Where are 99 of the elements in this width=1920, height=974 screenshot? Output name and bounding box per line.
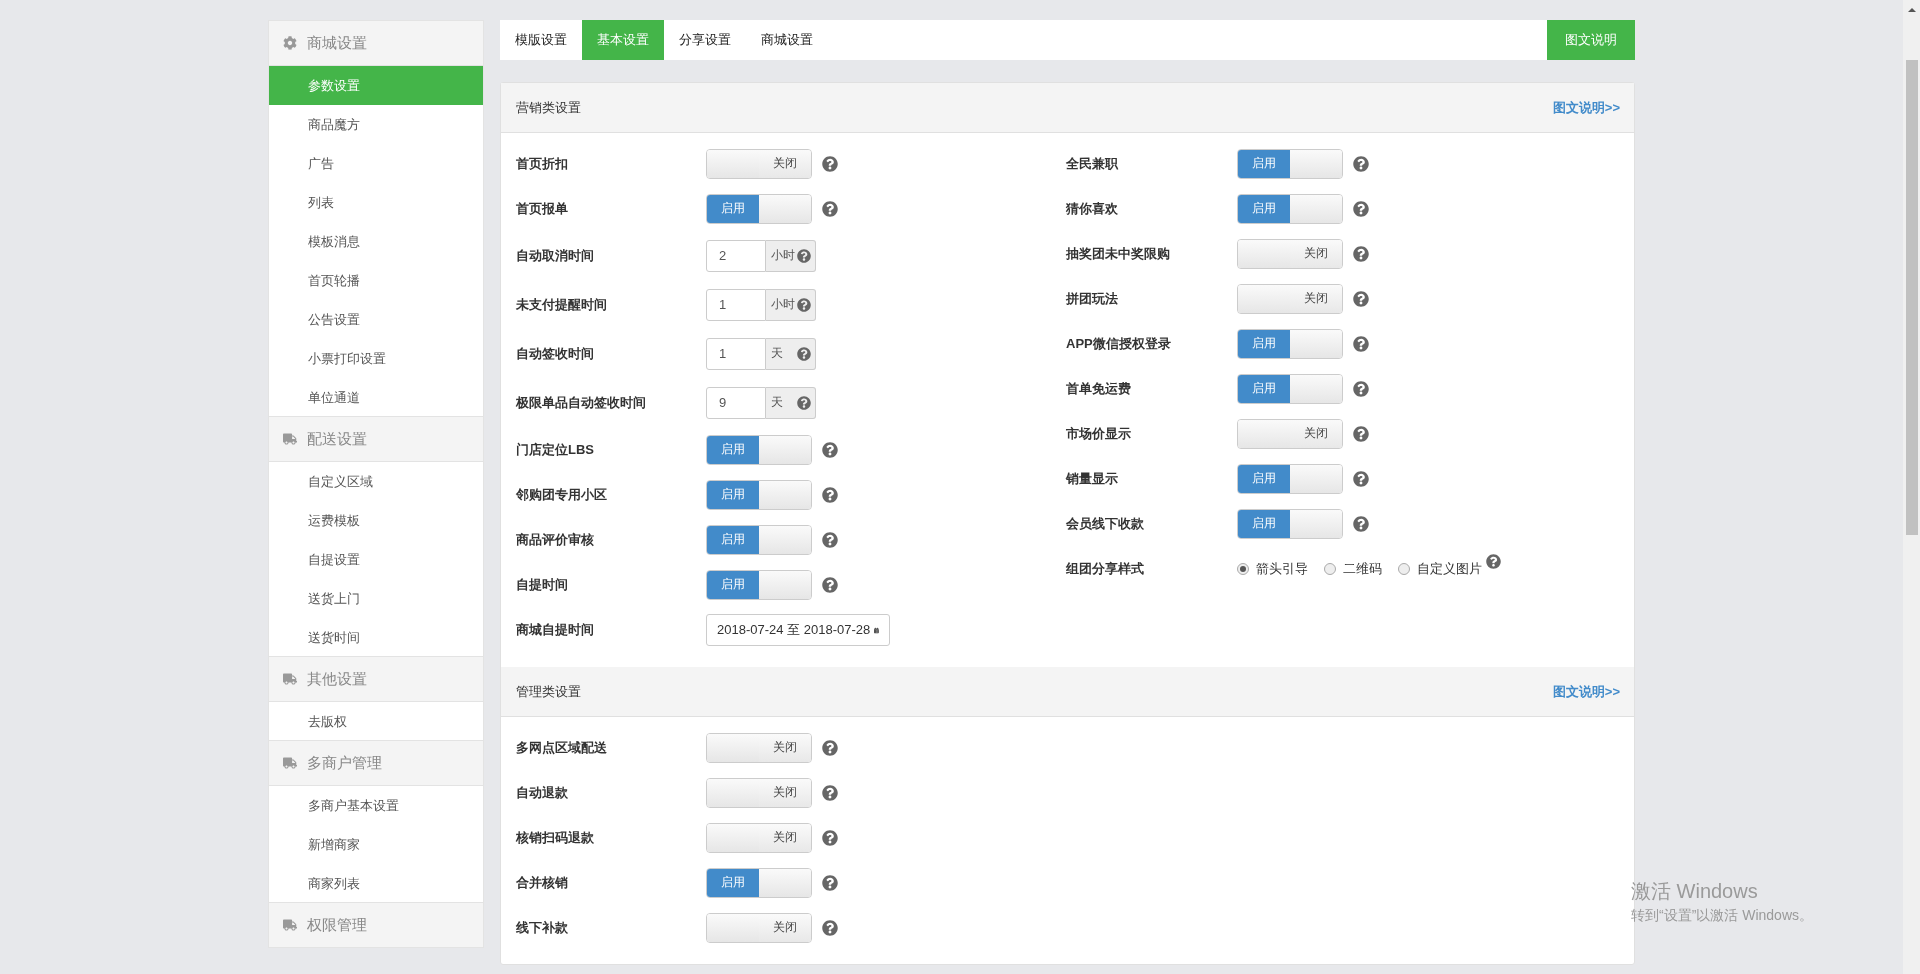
help-icon[interactable] — [1353, 380, 1369, 397]
toggle-switch[interactable]: 关闭 — [706, 912, 812, 943]
scrollbar[interactable] — [1903, 0, 1920, 974]
field-label: 自动取消时间 — [516, 246, 595, 265]
help-icon[interactable] — [822, 441, 838, 458]
help-icon[interactable] — [797, 248, 811, 263]
field-label: 会员线下收款 — [1066, 514, 1145, 533]
toggle-switch[interactable]: 启用 — [1237, 463, 1343, 494]
field-label: 线下补款 — [516, 918, 569, 937]
help-icon[interactable] — [797, 395, 811, 410]
field-label: 首页报单 — [516, 199, 569, 218]
truck-icon — [283, 756, 297, 770]
truck-icon — [283, 432, 297, 446]
field-label: 多网点区域配送 — [516, 738, 608, 757]
field-label: 自动签收时间 — [516, 344, 595, 363]
help-icon[interactable] — [1353, 335, 1369, 352]
help-icon[interactable] — [822, 486, 838, 503]
field-label: 全民兼职 — [1066, 154, 1119, 173]
activation-subtitle: 转到“设置”以激活 Windows。 — [1631, 907, 1813, 925]
help-icon[interactable] — [1486, 554, 1501, 569]
gear-icon — [283, 36, 297, 50]
help-icon[interactable] — [822, 531, 838, 548]
help-icon[interactable] — [822, 874, 838, 891]
toggle-switch[interactable]: 启用 — [706, 524, 812, 555]
field-label: APP微信授权登录 — [1066, 334, 1172, 353]
toggle-switch[interactable]: 关闭 — [706, 148, 812, 179]
field-label: 销量显示 — [1066, 469, 1119, 488]
radio-option[interactable]: 箭头引导 — [1237, 559, 1308, 578]
toggle-switch[interactable]: 关闭 — [706, 777, 812, 808]
field-label: 门店定位LBS — [516, 440, 595, 459]
toggle-switch[interactable]: 启用 — [1237, 148, 1343, 179]
field-label: 商城自提时间 — [516, 621, 595, 639]
radio-button[interactable] — [1324, 562, 1336, 575]
field-label: 首页折扣 — [516, 154, 569, 173]
field-label: 自动退款 — [516, 783, 569, 802]
toggle-switch[interactable]: 启用 — [706, 434, 812, 465]
truck-icon — [283, 672, 297, 686]
field-label: 猜你喜欢 — [1066, 199, 1119, 218]
field-label: 自提时间 — [516, 575, 569, 594]
unit-addon: 小时 — [766, 239, 816, 272]
toggle-switch[interactable]: 启用 — [1237, 193, 1343, 224]
toggle-switch[interactable]: 启用 — [706, 867, 812, 898]
toggle-switch[interactable]: 关闭 — [706, 732, 812, 763]
truck-icon — [283, 918, 297, 932]
field-label: 首单免运费 — [1066, 379, 1132, 398]
help-icon[interactable] — [822, 784, 838, 801]
field-label: 组团分享样式 — [1066, 559, 1145, 578]
help-icon[interactable] — [797, 297, 811, 312]
section-title: 管理类设置 — [516, 682, 581, 701]
field-label: 抽奖团未中奖限购 — [1066, 244, 1171, 263]
radio-button[interactable] — [1398, 562, 1410, 575]
activation-title: 激活 Windows — [1631, 879, 1759, 904]
field-label: 未支付提醒时间 — [516, 295, 608, 314]
field-label: 极限单品自动签收时间 — [516, 393, 647, 412]
help-icon[interactable] — [822, 576, 838, 593]
radio-option[interactable]: 自定义图片 — [1398, 559, 1482, 578]
tab[interactable]: 分享设置 — [664, 20, 746, 60]
toggle-switch[interactable]: 关闭 — [706, 822, 812, 853]
toggle-switch[interactable]: 关闭 — [1237, 418, 1343, 449]
help-icon[interactable] — [1353, 155, 1369, 172]
help-icon[interactable] — [1353, 245, 1369, 262]
help-icon[interactable] — [1353, 470, 1369, 487]
unit-addon: 小时 — [766, 288, 816, 321]
section-title: 营销类设置 — [516, 98, 581, 117]
help-icon[interactable] — [822, 919, 838, 936]
toggle-switch[interactable]: 启用 — [1237, 508, 1343, 539]
tab[interactable]: 模版设置 — [500, 20, 582, 60]
radio-button[interactable] — [1237, 562, 1249, 575]
field-label: 市场价显示 — [1066, 424, 1132, 443]
help-icon[interactable] — [822, 200, 838, 217]
toggle-switch[interactable]: 启用 — [706, 569, 812, 600]
field-label: 商品评价审核 — [516, 530, 595, 549]
radio-option[interactable]: 二维码 — [1324, 559, 1382, 578]
number-input[interactable]: 1 — [706, 288, 766, 321]
toggle-switch[interactable]: 关闭 — [1237, 238, 1343, 269]
unit-addon: 天 — [766, 337, 816, 370]
number-input[interactable]: 9 — [706, 386, 766, 419]
help-icon[interactable] — [797, 346, 811, 361]
toggle-switch[interactable]: 启用 — [1237, 373, 1343, 404]
help-icon[interactable] — [822, 739, 838, 756]
tab[interactable]: 商城设置 — [746, 20, 828, 60]
number-input[interactable]: 1 — [706, 337, 766, 370]
help-icon[interactable] — [822, 829, 838, 846]
toggle-switch[interactable]: 启用 — [1237, 328, 1343, 359]
help-icon[interactable] — [1353, 425, 1369, 442]
field-label: 邻购团专用小区 — [516, 485, 608, 504]
toggle-switch[interactable]: 关闭 — [1237, 283, 1343, 314]
toggle-switch[interactable]: 启用 — [706, 479, 812, 510]
field-label: 核销扫码退款 — [516, 828, 595, 847]
field-label: 拼团玩法 — [1066, 289, 1119, 308]
date-range-field[interactable]: 2018-07-24 至 2018-07-28 — [706, 614, 890, 646]
help-icon[interactable] — [1353, 290, 1369, 307]
help-icon[interactable] — [822, 155, 838, 172]
toggle-switch[interactable]: 启用 — [706, 193, 812, 224]
unit-addon: 天 — [766, 386, 816, 419]
help-icon[interactable] — [1353, 200, 1369, 217]
number-input[interactable]: 2 — [706, 239, 766, 272]
field-label: 合并核销 — [516, 873, 569, 892]
help-icon[interactable] — [1353, 515, 1369, 532]
